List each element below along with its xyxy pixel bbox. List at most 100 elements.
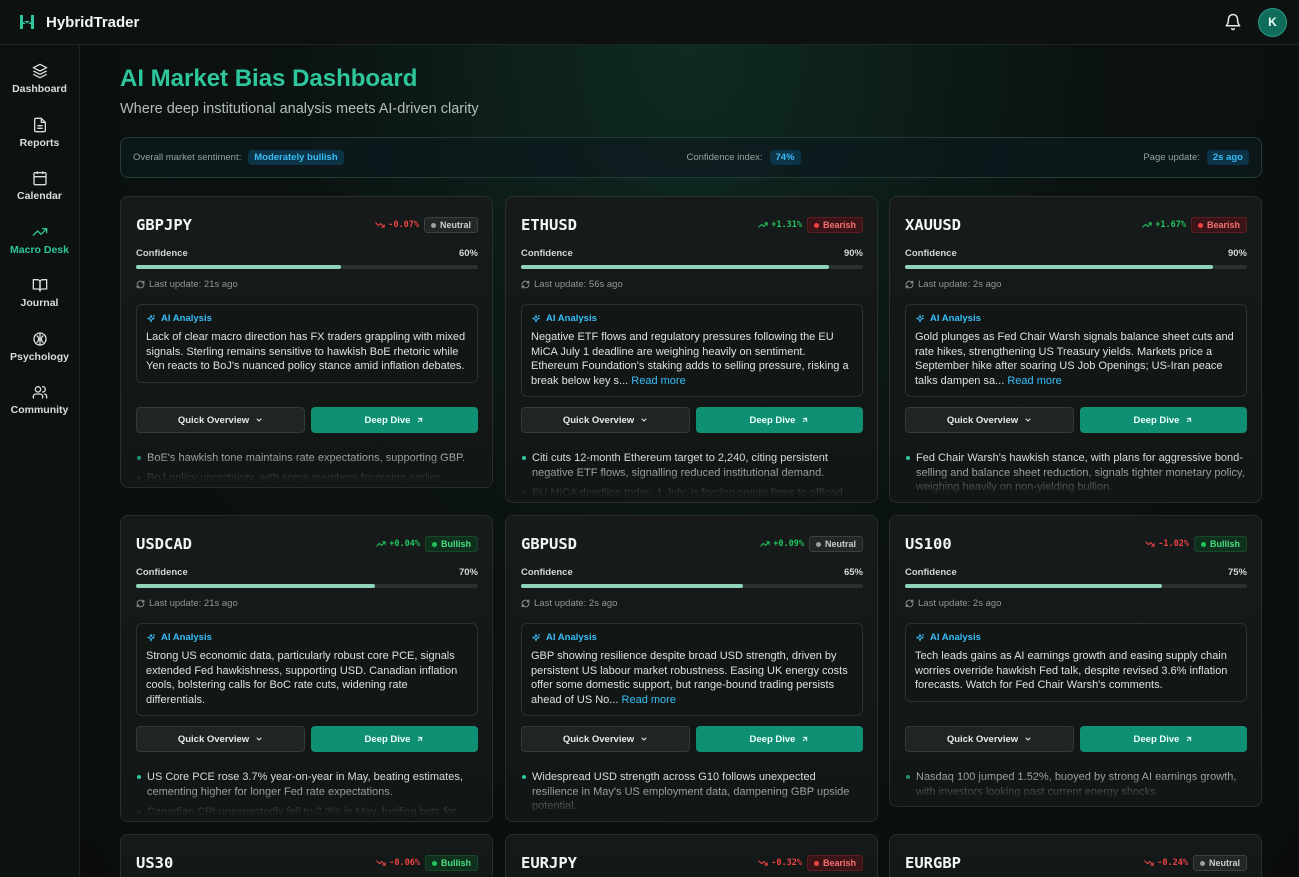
asset-card-gbpjpy: GBPJPY -0.07% Neutral Confidence 60% Last upd… <box>120 196 493 488</box>
ai-analysis-title: AI Analysis <box>161 632 212 643</box>
confidence-bar <box>521 584 863 588</box>
bias-label: Neutral <box>439 220 471 230</box>
brain-icon <box>32 331 47 346</box>
bias-dot <box>815 541 821 547</box>
price-change-value: +1.67% <box>1155 220 1186 230</box>
key-point: BoJ policy uncertainty, with some member… <box>136 471 478 487</box>
trend-up-icon <box>1142 222 1152 228</box>
arrow-up-right-icon <box>1187 736 1192 742</box>
ai-analysis-title: AI Analysis <box>161 313 212 324</box>
quick-overview-button[interactable]: Quick Overview <box>136 407 305 433</box>
deep-dive-button[interactable]: Deep Dive <box>1080 407 1247 433</box>
refresh-icon <box>905 599 914 608</box>
last-update: Last update: 2s ago <box>905 598 1001 609</box>
sidebar-item-community[interactable]: Community <box>0 384 80 438</box>
ai-analysis-header: AI Analysis <box>531 632 853 643</box>
quick-overview-label: Quick Overview <box>946 733 1019 745</box>
confidence-bar <box>905 584 1247 588</box>
ai-analysis-header: AI Analysis <box>146 632 468 643</box>
confidence-bar <box>136 584 478 588</box>
sidebar-item-journal[interactable]: Journal <box>0 277 80 331</box>
ai-analysis-header: AI Analysis <box>531 313 853 324</box>
key-point: BoE's hawkish tone maintains rate expect… <box>136 451 478 466</box>
chevron-down-icon <box>1025 418 1031 422</box>
book-icon <box>32 279 47 292</box>
bias-dot <box>431 860 437 866</box>
read-more-link[interactable]: Read more <box>622 694 676 706</box>
asset-symbol: US30 <box>136 854 174 872</box>
ai-analysis-box: AI Analysis Strong US economic data, part… <box>136 623 478 717</box>
quick-overview-label: Quick Overview <box>946 414 1019 426</box>
refresh-icon <box>905 280 914 289</box>
chevron-down-icon <box>256 418 262 422</box>
quick-overview-button[interactable]: Quick Overview <box>521 726 690 752</box>
deep-dive-button[interactable]: Deep Dive <box>311 726 478 752</box>
bias-dot <box>1199 860 1205 866</box>
quick-overview-button[interactable]: Quick Overview <box>905 726 1074 752</box>
ai-analysis-box: AI Analysis Tech leads gains as AI earnin… <box>905 623 1247 702</box>
confidence-bar-fill <box>905 265 1213 269</box>
key-point: Canadian CPI unexpectedly fell to 2.3% i… <box>136 805 478 820</box>
confidence-value: 75% <box>1227 567 1247 578</box>
quick-overview-button[interactable]: Quick Overview <box>905 407 1074 433</box>
last-update: Last update: 2s ago <box>521 598 617 609</box>
sidebar-item-psychology[interactable]: Psychology <box>0 331 80 385</box>
market-summary-bar: Overall market sentiment: Moderately bul… <box>120 137 1262 178</box>
confidence-bar <box>905 265 1247 269</box>
avatar[interactable]: K <box>1258 7 1287 37</box>
deep-dive-button[interactable]: Deep Dive <box>311 407 478 433</box>
deep-dive-button[interactable]: Deep Dive <box>696 726 863 752</box>
last-update-text: Last update: 2s ago <box>534 598 618 609</box>
asset-card-eurgbp: EURGBP -0.24% Neutral <box>889 834 1262 877</box>
deep-dive-label: Deep Dive <box>364 733 411 745</box>
quick-overview-label: Quick Overview <box>177 414 250 426</box>
asset-card-eurjpy: EURJPY -0.32% Bearish <box>505 834 878 877</box>
sidebar-item-reports[interactable]: Reports <box>0 117 80 171</box>
last-update: Last update: 21s ago <box>136 598 238 609</box>
deep-dive-button[interactable]: Deep Dive <box>1080 726 1247 752</box>
sparkle-icon <box>147 633 155 641</box>
key-points-list: Widespread USD strength across G10 follo… <box>521 770 863 819</box>
confidence-index-label: Confidence index: <box>686 152 763 163</box>
arrow-up-right-icon <box>418 417 423 423</box>
asset-symbol: ETHUSD <box>521 216 577 234</box>
confidence-index-badge: 74% <box>769 150 801 165</box>
deep-dive-label: Deep Dive <box>749 414 796 426</box>
confidence-value: 90% <box>843 248 863 259</box>
asset-card-ethusd: ETHUSD +1.31% Bearish Confidence 90% Last upd… <box>505 196 878 503</box>
read-more-link[interactable]: Read more <box>631 375 685 387</box>
trend-down-icon <box>1145 541 1155 547</box>
bias-label: Bearish <box>822 858 856 868</box>
quick-overview-button[interactable]: Quick Overview <box>136 726 305 752</box>
ai-analysis-title: AI Analysis <box>930 313 981 324</box>
ai-analysis-title: AI Analysis <box>546 313 597 324</box>
price-change-value: -0.07% <box>388 220 419 230</box>
brand[interactable]: HybridTrader <box>18 13 139 31</box>
confidence-value: 70% <box>458 567 478 578</box>
asset-symbol: EURGBP <box>905 854 961 872</box>
bell-icon[interactable] <box>1224 13 1242 31</box>
deep-dive-button[interactable]: Deep Dive <box>696 407 863 433</box>
price-change: -0.06% <box>376 858 420 868</box>
confidence-bar-fill <box>521 584 744 588</box>
arrow-up-right-icon <box>803 736 808 742</box>
sparkle-icon <box>532 633 540 641</box>
ai-analysis-body: Negative ETF flows and regulatory pressu… <box>531 331 849 387</box>
trend-up-icon <box>758 222 768 228</box>
quick-overview-label: Quick Overview <box>562 414 635 426</box>
price-change-value: -1.02% <box>1158 539 1189 549</box>
sidebar-item-dashboard[interactable]: Dashboard <box>0 63 80 117</box>
sidebar-item-calendar[interactable]: Calendar <box>0 170 80 224</box>
price-change-value: -0.32% <box>771 858 802 868</box>
bias-label: Bullish <box>440 858 471 868</box>
last-update: Last update: 56s ago <box>521 279 623 290</box>
sidebar-item-macro-desk[interactable]: Macro Desk <box>0 224 80 278</box>
key-point: Widespread USD strength across G10 follo… <box>521 770 863 814</box>
asset-symbol: XAUUSD <box>905 216 961 234</box>
users-icon <box>32 386 47 399</box>
sidebar: Dashboard Reports Calendar Macro Desk Jo… <box>0 45 80 877</box>
quick-overview-button[interactable]: Quick Overview <box>521 407 690 433</box>
read-more-link[interactable]: Read more <box>1007 375 1061 387</box>
layers-icon <box>32 63 47 79</box>
asset-symbol: GBPJPY <box>136 216 192 234</box>
